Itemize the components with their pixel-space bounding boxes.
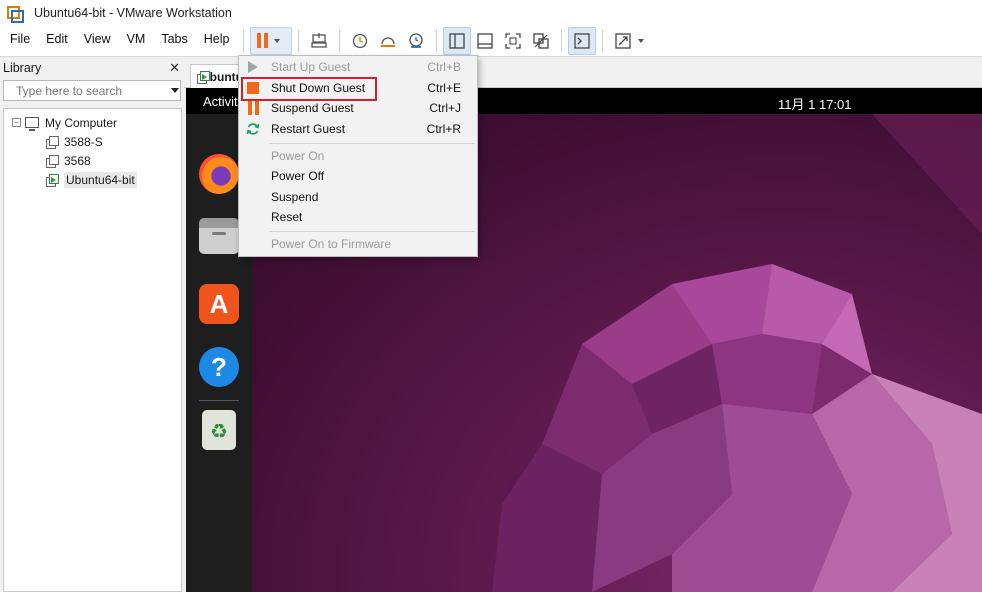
library-panel: Library ✕ − My Computer 3588-S 356 <box>0 58 184 592</box>
tree-node-vm[interactable]: 3588-S <box>4 132 181 151</box>
toolbar-separator <box>243 29 245 52</box>
menu-item-label: Suspend <box>271 190 319 204</box>
menu-item-label: Power On to Firmware <box>271 237 392 251</box>
toolbar-separator <box>436 29 438 52</box>
menu-toolbar: File Edit View VM Tabs Help <box>0 25 982 57</box>
menu-item-shortcut: Ctrl+E <box>427 81 461 95</box>
menu-divider <box>269 231 475 232</box>
tree-node-label: My Computer <box>45 115 118 130</box>
power-pause-button[interactable] <box>250 26 293 55</box>
menu-item-start-up-guest[interactable]: Start Up Guest Ctrl+B <box>239 57 477 77</box>
menu-view[interactable]: View <box>76 25 119 57</box>
collapse-icon[interactable]: − <box>12 118 21 127</box>
menu-vm[interactable]: VM <box>119 25 154 57</box>
snapshot-manager-icon <box>409 32 424 48</box>
take-snapshot-button[interactable] <box>346 27 374 55</box>
toolbar-separator <box>339 29 341 52</box>
vmware-window: Ubuntu64-bit - VMware Workstation File E… <box>0 0 982 592</box>
menu-item-power-off[interactable]: Power Off <box>239 166 477 186</box>
window-title: Ubuntu64-bit - VMware Workstation <box>34 5 232 20</box>
library-tree: − My Computer 3588-S 3568 Ubuntu64-bit <box>3 108 182 592</box>
menu-item-suspend[interactable]: Suspend <box>239 187 477 207</box>
stretch-icon <box>615 32 632 49</box>
chevron-down-icon[interactable] <box>638 38 645 43</box>
computer-icon <box>25 117 39 131</box>
menu-tabs[interactable]: Tabs <box>153 25 195 57</box>
tree-node-label: Ubuntu64-bit <box>64 171 137 188</box>
show-library-button[interactable] <box>443 26 472 55</box>
stretch-button[interactable] <box>609 27 649 55</box>
snapshot-icon <box>353 33 368 48</box>
pause-icon <box>246 101 260 115</box>
pause-icon <box>257 33 269 48</box>
tree-node-my-computer[interactable]: − My Computer <box>4 113 181 132</box>
menu-item-shortcut: Ctrl+B <box>427 60 461 74</box>
menu-item-label: Start Up Guest <box>271 60 351 74</box>
toolbar-separator <box>602 29 604 52</box>
menu-divider <box>269 143 475 144</box>
snapshot-manager-button[interactable] <box>402 27 430 55</box>
menu-item-label: Restart Guest <box>271 122 346 136</box>
full-screen-icon <box>505 32 522 49</box>
highlight-annotation-box <box>241 77 377 101</box>
toolbar-separator <box>298 29 300 52</box>
console-view-button[interactable] <box>568 26 597 55</box>
menu-help[interactable]: Help <box>196 25 238 57</box>
menu-item-restart-guest[interactable]: Restart Guest Ctrl+R <box>239 119 477 139</box>
vm-icon <box>46 154 59 168</box>
send-ctrl-alt-del-button[interactable] <box>305 27 333 55</box>
menu-file[interactable]: File <box>0 25 38 57</box>
chevron-down-icon[interactable] <box>274 38 281 43</box>
vm-icon <box>46 135 59 149</box>
help-icon[interactable]: ? <box>199 347 239 387</box>
unity-icon <box>533 32 550 49</box>
toolbar-separator <box>561 29 563 52</box>
restart-icon <box>246 122 260 136</box>
files-icon[interactable] <box>199 218 239 254</box>
clock[interactable]: 11月 1 17:01 <box>778 94 851 113</box>
thumbnail-bar-button[interactable] <box>471 27 499 55</box>
app-center-icon[interactable]: A <box>199 284 239 324</box>
chevron-down-icon[interactable] <box>171 88 179 93</box>
library-title: Library <box>3 61 42 75</box>
tree-node-vm-running[interactable]: Ubuntu64-bit <box>4 170 181 189</box>
menu-item-suspend-guest[interactable]: Suspend Guest Ctrl+J <box>239 98 477 118</box>
title-bar: Ubuntu64-bit - VMware Workstation <box>0 0 982 25</box>
play-icon <box>246 60 260 74</box>
menu-item-shortcut: Ctrl+R <box>426 122 461 136</box>
firefox-icon[interactable] <box>199 154 239 194</box>
unity-button[interactable] <box>527 27 555 55</box>
menu-item-label: Suspend Guest <box>271 101 354 115</box>
menu-item-label: Power Off <box>271 169 325 183</box>
vmware-logo-icon <box>6 5 24 23</box>
revert-snapshot-button[interactable] <box>374 27 402 55</box>
menu-item-power-on-to-firmware[interactable]: Power On to Firmware <box>239 234 477 254</box>
power-dropdown-menu: Start Up Guest Ctrl+B Shut Down Guest Ct… <box>238 55 478 257</box>
running-vm-icon <box>46 173 59 187</box>
full-screen-button[interactable] <box>499 27 527 55</box>
dock-separator <box>199 400 239 401</box>
menu-item-shortcut: Ctrl+J <box>429 101 461 115</box>
console-view-icon <box>574 32 591 49</box>
menu-item-reset[interactable]: Reset <box>239 207 477 227</box>
tree-node-vm[interactable]: 3568 <box>4 151 181 170</box>
send-ctrl-alt-del-icon <box>311 32 328 48</box>
menu-edit[interactable]: Edit <box>38 25 76 57</box>
library-search <box>3 80 181 101</box>
menu-item-label: Reset <box>271 210 303 224</box>
trash-icon[interactable]: ♻ <box>202 410 236 450</box>
revert-snapshot-icon <box>381 36 396 47</box>
thumbnail-bar-icon <box>477 32 494 49</box>
library-search-input[interactable] <box>16 83 171 98</box>
library-header: Library ✕ <box>0 58 184 78</box>
close-icon[interactable]: ✕ <box>169 60 180 76</box>
menu-item-label: Power On <box>271 149 325 163</box>
library-view-icon <box>449 32 466 49</box>
tree-node-label: 3568 <box>64 153 91 168</box>
menu-item-power-on[interactable]: Power On <box>239 146 477 166</box>
tree-node-label: 3588-S <box>64 134 103 149</box>
